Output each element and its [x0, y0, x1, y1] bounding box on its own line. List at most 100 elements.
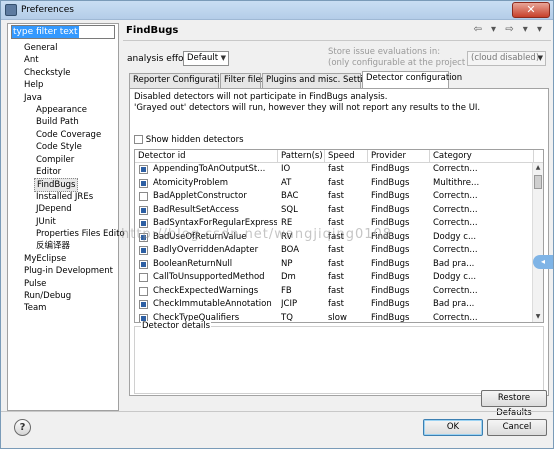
- table-row[interactable]: AppendingToAnOutputSt... IO fast FindBugs Co…: [135, 163, 533, 177]
- ok-button[interactable]: OK: [423, 419, 483, 436]
- tree-item[interactable]: Properties Files Edito: [34, 228, 127, 240]
- tree-item[interactable]: 反编译器: [34, 240, 72, 252]
- cell-category: Correctn...: [433, 312, 478, 323]
- table-scrollbar[interactable]: ▲ ▼: [532, 163, 543, 322]
- cell-pattern: BOA: [281, 245, 300, 255]
- cell-id: BadlyOverriddenAdapter: [153, 245, 259, 255]
- analysis-effort-label: analysis effort: [127, 54, 191, 64]
- tree-item[interactable]: Help: [22, 79, 45, 91]
- tab-filter-files[interactable]: Filter files: [220, 73, 265, 88]
- cancel-button[interactable]: Cancel: [487, 419, 547, 436]
- close-button[interactable]: ✕: [512, 2, 550, 18]
- cell-pattern: Dm: [281, 272, 296, 282]
- tree-item[interactable]: Team: [22, 302, 48, 314]
- cell-provider: FindBugs: [371, 285, 410, 296]
- column-header-speed[interactable]: Speed: [325, 150, 368, 163]
- page-title: FindBugs: [126, 25, 179, 36]
- detector-enabled-checkbox[interactable]: [139, 205, 148, 215]
- chevron-down-icon: ▼: [220, 54, 226, 62]
- scroll-down-icon[interactable]: ▼: [533, 312, 543, 322]
- tree-item[interactable]: Pulse: [22, 278, 48, 290]
- table-row[interactable]: BadlyOverriddenAdapter BOA fast FindBugs Cor…: [135, 244, 533, 258]
- scroll-up-icon[interactable]: ▲: [533, 163, 543, 173]
- tree-item[interactable]: Run/Debug: [22, 290, 73, 302]
- filter-text: type filter text: [12, 26, 79, 38]
- tab-reporter-configuration[interactable]: Reporter Configuration: [129, 73, 230, 88]
- column-header-category[interactable]: Category: [430, 150, 534, 163]
- tree-item[interactable]: Editor: [34, 166, 63, 178]
- column-header-detector-id[interactable]: Detector id: [135, 150, 278, 163]
- cell-provider: FindBugs: [371, 204, 410, 215]
- watermark: http://blog.csdn.net/wangjiqing0108: [121, 227, 393, 242]
- show-hidden-checkbox[interactable]: Show hidden detectors: [134, 135, 244, 145]
- tree-item[interactable]: MyEclipse: [22, 253, 68, 265]
- cell-provider: FindBugs: [371, 164, 410, 174]
- table-row[interactable]: BooleanReturnNull NP fast FindBugs Bad pra..…: [135, 258, 533, 272]
- detector-enabled-checkbox[interactable]: [139, 286, 148, 296]
- divider: [123, 40, 551, 41]
- tree-item[interactable]: Appearance: [34, 104, 89, 116]
- tree-item[interactable]: Build Path: [34, 116, 81, 128]
- cell-category: Correctn...: [433, 218, 478, 228]
- help-icon[interactable]: ?: [14, 419, 31, 436]
- cell-provider: FindBugs: [371, 312, 410, 323]
- detector-enabled-checkbox[interactable]: [139, 178, 148, 188]
- analysis-effort-value: Default: [187, 53, 219, 63]
- cell-speed: fast: [328, 299, 344, 309]
- cell-category: Bad pra...: [433, 299, 475, 309]
- cell-speed: fast: [328, 204, 344, 215]
- tree-item[interactable]: General: [22, 42, 60, 54]
- cell-category: Dodgy c...: [433, 231, 477, 242]
- history-nav-icons[interactable]: ⇦ ▾ ⇨ ▾ ▾: [473, 24, 545, 35]
- tree-item[interactable]: Installed JREs: [34, 191, 95, 203]
- table-row[interactable]: CheckImmutableAnnotation JCIP fast FindBugs…: [135, 298, 533, 312]
- tree-item[interactable]: Code Style: [34, 141, 84, 153]
- preference-tree-panel: type filter text General Ant Checkstyle Hel…: [7, 23, 125, 411]
- tree-item[interactable]: Checkstyle: [22, 67, 73, 79]
- detector-enabled-checkbox[interactable]: [139, 300, 148, 309]
- checkbox-box[interactable]: [134, 135, 143, 144]
- table-row[interactable]: CheckExpectedWarnings FB fast FindBugs Corre…: [135, 285, 533, 299]
- column-header-patterns[interactable]: Pattern(s): [278, 150, 325, 163]
- cell-pattern: IO: [281, 164, 291, 174]
- tree-item[interactable]: Ant: [22, 54, 41, 66]
- show-hidden-label: Show hidden detectors: [145, 135, 244, 145]
- restore-defaults-button[interactable]: Restore Defaults: [481, 390, 547, 418]
- detector-configuration-panel: Disabled detectors will not participate …: [129, 88, 549, 396]
- tree-item[interactable]: Code Coverage: [34, 129, 103, 141]
- cell-category: Multithre...: [433, 177, 480, 188]
- tree-item[interactable]: JDepend: [34, 203, 74, 215]
- cell-speed: slow: [328, 312, 347, 323]
- description-line1: Disabled detectors will not participate …: [134, 92, 388, 102]
- tree-item[interactable]: Java: [22, 92, 44, 104]
- cell-category: Bad pra...: [433, 258, 475, 269]
- column-header-provider[interactable]: Provider: [368, 150, 430, 163]
- cell-provider: FindBugs: [371, 245, 410, 255]
- detector-enabled-checkbox[interactable]: [139, 273, 148, 282]
- cell-id: AppendingToAnOutputSt...: [153, 164, 266, 174]
- tree-item[interactable]: JUnit: [34, 216, 58, 228]
- filter-input[interactable]: type filter text: [11, 25, 115, 39]
- table-row[interactable]: AtomicityProblem AT fast FindBugs Multithre.…: [135, 177, 533, 191]
- tree-item[interactable]: Plug-in Development: [22, 265, 115, 277]
- detector-enabled-checkbox[interactable]: [139, 246, 148, 255]
- tab-plugins-settings[interactable]: Plugins and misc. Settings: [262, 73, 378, 88]
- table-row[interactable]: CallToUnsupportedMethod Dm fast FindBugs Dod…: [135, 271, 533, 285]
- analysis-effort-select[interactable]: Default ▼: [183, 51, 229, 66]
- table-row[interactable]: BadAppletConstructor BAC fast FindBugs Corre…: [135, 190, 533, 204]
- cell-provider: FindBugs: [371, 191, 410, 201]
- title-bar: Preferences ✕: [1, 1, 553, 20]
- table-row[interactable]: BadResultSetAccess SQL fast FindBugs Correct…: [135, 204, 533, 218]
- detector-details-label: Detector details: [141, 321, 212, 331]
- side-tab-icon[interactable]: ◂: [533, 255, 553, 269]
- tree-item[interactable]: Compiler: [34, 154, 76, 166]
- detector-enabled-checkbox[interactable]: [139, 192, 148, 201]
- detector-enabled-checkbox[interactable]: [139, 259, 148, 269]
- cell-pattern: AT: [281, 177, 292, 188]
- cell-pattern: JCIP: [281, 299, 298, 309]
- cell-provider: FindBugs: [371, 258, 410, 269]
- scroll-thumb[interactable]: [534, 175, 542, 189]
- divider: [1, 411, 553, 412]
- tab-detector-configuration[interactable]: Detector configuration: [362, 71, 462, 89]
- detector-enabled-checkbox[interactable]: [139, 165, 148, 174]
